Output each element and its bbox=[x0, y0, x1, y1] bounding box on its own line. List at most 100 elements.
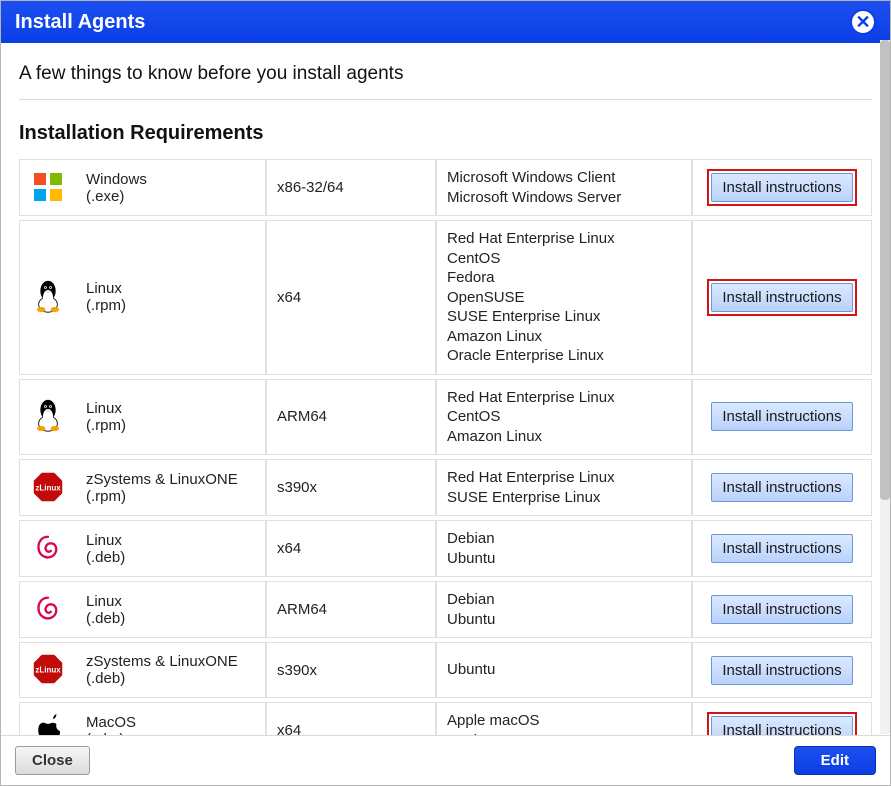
install-instructions-button[interactable]: Install instructions bbox=[711, 534, 852, 563]
dialog-body: A few things to know before you install … bbox=[1, 43, 890, 735]
install-instructions-button[interactable]: Install instructions bbox=[711, 283, 852, 312]
table-row: Linux(.deb)x64DebianUbuntuInstall instru… bbox=[19, 520, 872, 577]
supported-os: Red Hat Enterprise Linux bbox=[447, 468, 681, 488]
action-cell: Install instructions bbox=[692, 379, 872, 456]
supported-os: Red Hat Enterprise Linux bbox=[447, 229, 681, 249]
install-agents-dialog: Install Agents ✕ A few things to know be… bbox=[0, 0, 891, 786]
supported-os: Ubuntu bbox=[447, 660, 681, 680]
tux-icon bbox=[19, 220, 76, 375]
supported-os: Ubuntu bbox=[447, 610, 681, 630]
architecture: s390x bbox=[266, 459, 436, 516]
close-icon[interactable]: ✕ bbox=[850, 9, 876, 35]
section-title: Installation Requirements bbox=[19, 122, 872, 145]
supported-os: Debian bbox=[447, 529, 681, 549]
action-cell: Install instructions bbox=[692, 159, 872, 216]
package-ext: (.deb) bbox=[86, 670, 255, 687]
package-ext: (.rpm) bbox=[86, 297, 255, 314]
debian-icon bbox=[19, 581, 76, 638]
table-row: MacOS(.pkg)x64Apple macOSApple OS X Insta… bbox=[19, 702, 872, 735]
tux-icon bbox=[19, 379, 76, 456]
platform-label: Linux bbox=[86, 400, 255, 417]
architecture: s390x bbox=[266, 642, 436, 698]
package-ext: (.exe) bbox=[86, 188, 255, 205]
supported-os-list: DebianUbuntu bbox=[436, 520, 692, 577]
package-ext: (.deb) bbox=[86, 610, 255, 627]
architecture: ARM64 bbox=[266, 581, 436, 638]
supported-os: Red Hat Enterprise Linux bbox=[447, 388, 681, 408]
table-row: Windows(.exe)x86-32/64Microsoft Windows … bbox=[19, 159, 872, 216]
platform-name: Linux(.rpm) bbox=[76, 220, 266, 375]
zlinux-icon: zLinux bbox=[19, 459, 76, 516]
supported-os: Debian bbox=[447, 590, 681, 610]
table-row: Linux(.rpm)x64Red Hat Enterprise LinuxCe… bbox=[19, 220, 872, 375]
action-cell: Install instructions bbox=[692, 459, 872, 516]
platform-name: Linux(.deb) bbox=[76, 581, 266, 638]
supported-os-list: Red Hat Enterprise LinuxSUSE Enterprise … bbox=[436, 459, 692, 516]
platform-name: Linux(.rpm) bbox=[76, 379, 266, 456]
platform-label: Linux bbox=[86, 280, 255, 297]
svg-text:zLinux: zLinux bbox=[35, 666, 61, 675]
table-row: zLinuxzSystems & LinuxONE(.rpm)s390xRed … bbox=[19, 459, 872, 516]
platform-label: zSystems & LinuxONE bbox=[86, 471, 255, 488]
supported-os-list: Microsoft Windows ClientMicrosoft Window… bbox=[436, 159, 692, 216]
intro-text: A few things to know before you install … bbox=[19, 63, 872, 100]
platform-name: zSystems & LinuxONE(.rpm) bbox=[76, 459, 266, 516]
scrollbar-thumb[interactable] bbox=[880, 40, 890, 500]
platform-label: Linux bbox=[86, 532, 255, 549]
supported-os-list: Apple macOSApple OS X bbox=[436, 702, 692, 735]
platform-name: Linux(.deb) bbox=[76, 520, 266, 577]
platform-name: zSystems & LinuxONE(.deb) bbox=[76, 642, 266, 698]
supported-os: Apple macOS bbox=[447, 711, 681, 731]
highlight-box: Install instructions bbox=[707, 279, 856, 316]
zlinux-icon: zLinux bbox=[19, 642, 76, 698]
install-instructions-button[interactable]: Install instructions bbox=[711, 656, 852, 685]
supported-os-list: DebianUbuntu bbox=[436, 581, 692, 638]
install-instructions-button[interactable]: Install instructions bbox=[711, 716, 852, 735]
architecture: x64 bbox=[266, 520, 436, 577]
action-cell: Install instructions bbox=[692, 520, 872, 577]
supported-os: Amazon Linux bbox=[447, 327, 681, 347]
action-cell: Install instructions bbox=[692, 642, 872, 698]
architecture: x64 bbox=[266, 702, 436, 735]
supported-os: SUSE Enterprise Linux bbox=[447, 488, 681, 508]
supported-os: CentOS bbox=[447, 407, 681, 427]
supported-os-list: Red Hat Enterprise LinuxCentOSFedoraOpen… bbox=[436, 220, 692, 375]
install-instructions-button[interactable]: Install instructions bbox=[711, 595, 852, 624]
dialog-title: Install Agents bbox=[15, 11, 145, 34]
debian-icon bbox=[19, 520, 76, 577]
supported-os: CentOS bbox=[447, 249, 681, 269]
architecture: x64 bbox=[266, 220, 436, 375]
supported-os: Fedora bbox=[447, 268, 681, 288]
highlight-box: Install instructions bbox=[707, 712, 856, 735]
platform-name: Windows(.exe) bbox=[76, 159, 266, 216]
dialog-titlebar: Install Agents ✕ bbox=[1, 1, 890, 43]
architecture: x86-32/64 bbox=[266, 159, 436, 216]
apple-icon bbox=[19, 702, 76, 735]
platform-label: MacOS bbox=[86, 714, 255, 731]
architecture: ARM64 bbox=[266, 379, 436, 456]
install-instructions-button[interactable]: Install instructions bbox=[711, 402, 852, 431]
package-ext: (.rpm) bbox=[86, 488, 255, 505]
windows-icon bbox=[19, 159, 76, 216]
table-row: Linux(.rpm)ARM64Red Hat Enterprise Linux… bbox=[19, 379, 872, 456]
dialog-footer: Close Edit bbox=[1, 735, 890, 785]
supported-os-list: Ubuntu bbox=[436, 642, 692, 698]
install-instructions-button[interactable]: Install instructions bbox=[711, 473, 852, 502]
edit-button[interactable]: Edit bbox=[794, 746, 876, 775]
supported-os: OpenSUSE bbox=[447, 288, 681, 308]
supported-os: Ubuntu bbox=[447, 549, 681, 569]
package-ext: (.rpm) bbox=[86, 417, 255, 434]
highlight-box: Install instructions bbox=[707, 169, 856, 206]
supported-os: Microsoft Windows Server bbox=[447, 188, 681, 208]
scrollbar[interactable] bbox=[880, 40, 890, 734]
platform-name: MacOS(.pkg) bbox=[76, 702, 266, 735]
platform-label: Linux bbox=[86, 593, 255, 610]
close-button[interactable]: Close bbox=[15, 746, 90, 775]
table-row: zLinuxzSystems & LinuxONE(.deb)s390xUbun… bbox=[19, 642, 872, 698]
supported-os: Microsoft Windows Client bbox=[447, 168, 681, 188]
install-instructions-button[interactable]: Install instructions bbox=[711, 173, 852, 202]
requirements-table: Windows(.exe)x86-32/64Microsoft Windows … bbox=[19, 155, 872, 735]
platform-label: zSystems & LinuxONE bbox=[86, 653, 255, 670]
supported-os-list: Red Hat Enterprise LinuxCentOSAmazon Lin… bbox=[436, 379, 692, 456]
svg-text:zLinux: zLinux bbox=[35, 483, 61, 492]
